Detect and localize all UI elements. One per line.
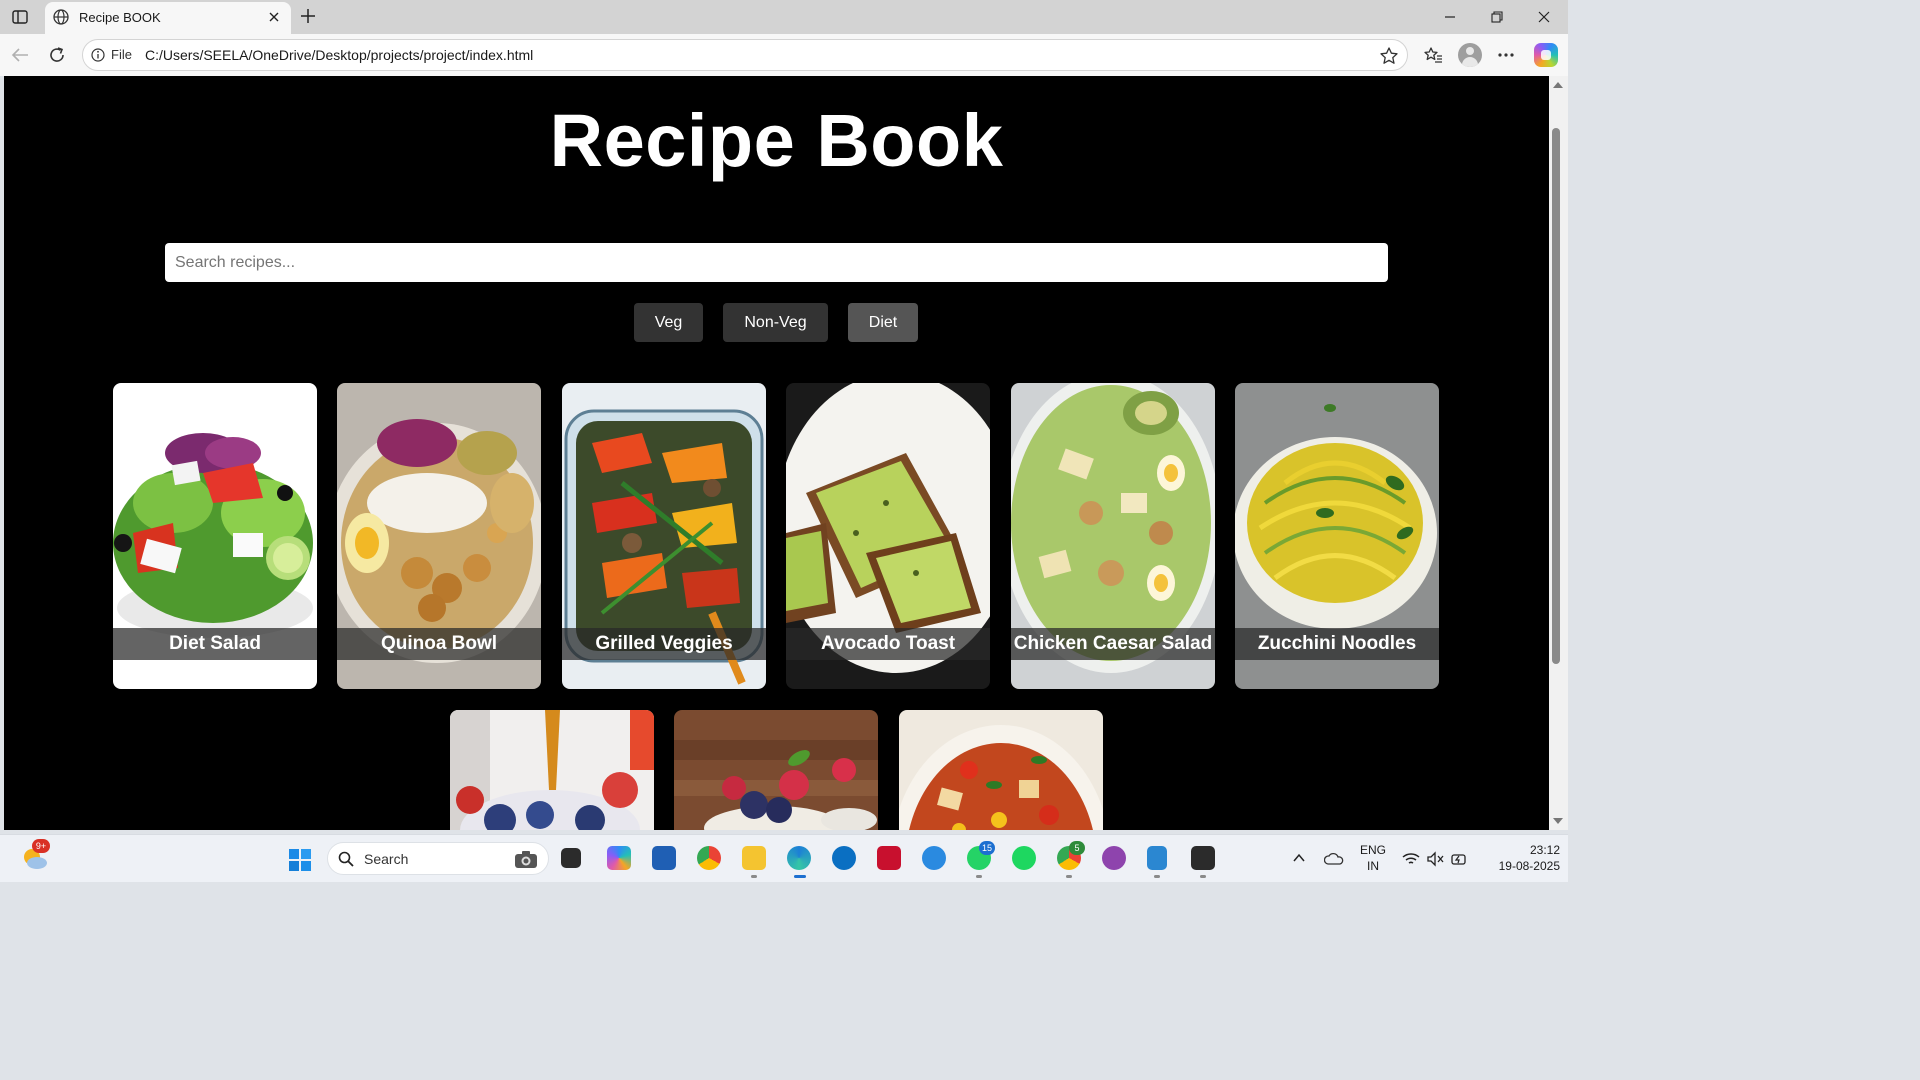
chrome-profile-badge: 5 (1069, 841, 1085, 855)
address-url[interactable]: C:/Users/SEELA/OneDrive/Desktop/projects… (145, 47, 533, 63)
clock-date[interactable]: 19-08-2025 (1480, 859, 1560, 873)
reload-icon[interactable] (45, 43, 69, 67)
scroll-down-arrow-icon[interactable] (1553, 818, 1563, 824)
more-options-icon[interactable] (1494, 43, 1518, 67)
recipe-card-berry-yogurt[interactable] (674, 710, 878, 830)
clock-time[interactable]: 23:12 (1500, 843, 1560, 857)
back-arrow-icon[interactable] (8, 43, 32, 67)
sidebar-toggle-icon[interactable] (9, 7, 31, 27)
favorites-icon[interactable] (1421, 43, 1445, 67)
taskbar-search-label: Search (364, 851, 409, 867)
recipe-card-title: Zucchini Noodles (1235, 628, 1439, 660)
globe-icon (52, 8, 70, 26)
address-scheme: File (111, 47, 132, 62)
filter-diet-button[interactable]: Diet (848, 303, 918, 342)
windows-start-icon[interactable] (288, 848, 312, 872)
browser-toolbar: File C:/Users/SEELA/OneDrive/Desktop/pro… (0, 34, 1568, 76)
battery-charging-icon[interactable] (1450, 851, 1468, 867)
minimize-icon[interactable] (1435, 5, 1465, 29)
camera-icon (514, 849, 538, 869)
spotify-icon[interactable] (1012, 846, 1036, 870)
scrollbar-thumb[interactable] (1552, 128, 1560, 664)
recipe-card-title: Quinoa Bowl (337, 628, 541, 660)
file-explorer-icon[interactable] (742, 846, 766, 870)
page-title: Recipe Book (549, 99, 1004, 182)
help-icon[interactable] (922, 846, 946, 870)
recipe-card-honey-parfait[interactable] (450, 710, 654, 830)
page-viewport: Recipe Book Veg Non-Veg Diet Diet Salad (4, 76, 1549, 830)
running-indicator (1066, 875, 1072, 878)
copilot-icon[interactable] (1534, 43, 1558, 67)
filter-veg-button[interactable]: Veg (634, 303, 703, 342)
favorite-star-icon[interactable] (1379, 46, 1399, 66)
recipe-card-title: Chicken Caesar Salad (1011, 628, 1215, 660)
chrome-icon[interactable] (697, 846, 721, 870)
filter-non-veg-button[interactable]: Non-Veg (723, 303, 828, 342)
page-scrollbar[interactable] (1549, 76, 1568, 830)
profile-avatar[interactable] (1458, 43, 1482, 67)
whatsapp-unread-badge: 15 (979, 841, 995, 855)
task-view-icon[interactable] (561, 848, 581, 868)
address-bar[interactable]: File C:/Users/SEELA/OneDrive/Desktop/pro… (82, 39, 1408, 71)
recipe-card-chicken-caesar-salad[interactable]: Chicken Caesar Salad (1011, 383, 1215, 689)
recipe-card-title: Avocado Toast (786, 628, 990, 660)
running-indicator (1154, 875, 1160, 878)
vegetable-soup-image (899, 710, 1103, 830)
taskbar-search-box[interactable]: Search (327, 842, 549, 875)
recipe-card-grilled-veggies[interactable]: Grilled Veggies (562, 383, 766, 689)
recipe-card-zucchini-noodles[interactable]: Zucchini Noodles (1235, 383, 1439, 689)
onedrive-icon[interactable] (1323, 851, 1344, 867)
notepad-icon[interactable] (1147, 846, 1167, 870)
weather-notification-badge: 9+ (32, 839, 50, 853)
microsoft-store-icon[interactable] (652, 846, 676, 870)
mcafee-icon[interactable] (877, 846, 901, 870)
running-indicator (976, 875, 982, 878)
github-desktop-icon[interactable] (1102, 846, 1126, 870)
search-icon (338, 851, 354, 867)
windows-taskbar: 9+ Search 15 5 ENG IN 23:12 19-08-2025 (0, 834, 1568, 882)
running-indicator (1200, 875, 1206, 878)
recipe-card-diet-salad[interactable]: Diet Salad (113, 383, 317, 689)
new-tab-icon[interactable] (297, 5, 319, 27)
honey-berry-parfait-image (450, 710, 654, 830)
browser-tab[interactable]: Recipe BOOK (45, 2, 291, 34)
recipe-card-quinoa-bowl[interactable]: Quinoa Bowl (337, 383, 541, 689)
restore-icon[interactable] (1482, 5, 1512, 29)
close-window-icon[interactable] (1529, 5, 1559, 29)
speaker-muted-icon[interactable] (1426, 851, 1444, 867)
running-indicator (751, 875, 757, 878)
recipe-search-input[interactable] (165, 243, 1388, 282)
chevron-up-icon[interactable] (1292, 851, 1310, 867)
wifi-icon[interactable] (1402, 851, 1420, 867)
hp-icon[interactable] (832, 846, 856, 870)
recipe-card-avocado-toast[interactable]: Avocado Toast (786, 383, 990, 689)
edge-browser-icon[interactable] (787, 846, 811, 870)
language-indicator[interactable]: ENG (1360, 843, 1386, 857)
browser-title-bar: Recipe BOOK (0, 0, 1568, 34)
berry-yogurt-cup-image (674, 710, 878, 830)
tab-title: Recipe BOOK (79, 10, 161, 25)
info-icon[interactable] (91, 48, 105, 62)
terminal-icon[interactable] (1191, 846, 1215, 870)
scroll-up-arrow-icon[interactable] (1553, 82, 1563, 88)
recipe-card-title: Grilled Veggies (562, 628, 766, 660)
recipe-card-title: Diet Salad (113, 628, 317, 660)
copilot-app-icon[interactable] (607, 846, 631, 870)
region-indicator: IN (1367, 859, 1379, 873)
close-tab-icon[interactable] (265, 8, 283, 26)
active-app-indicator (794, 875, 806, 878)
recipe-card-vegetable-soup[interactable] (899, 710, 1103, 830)
